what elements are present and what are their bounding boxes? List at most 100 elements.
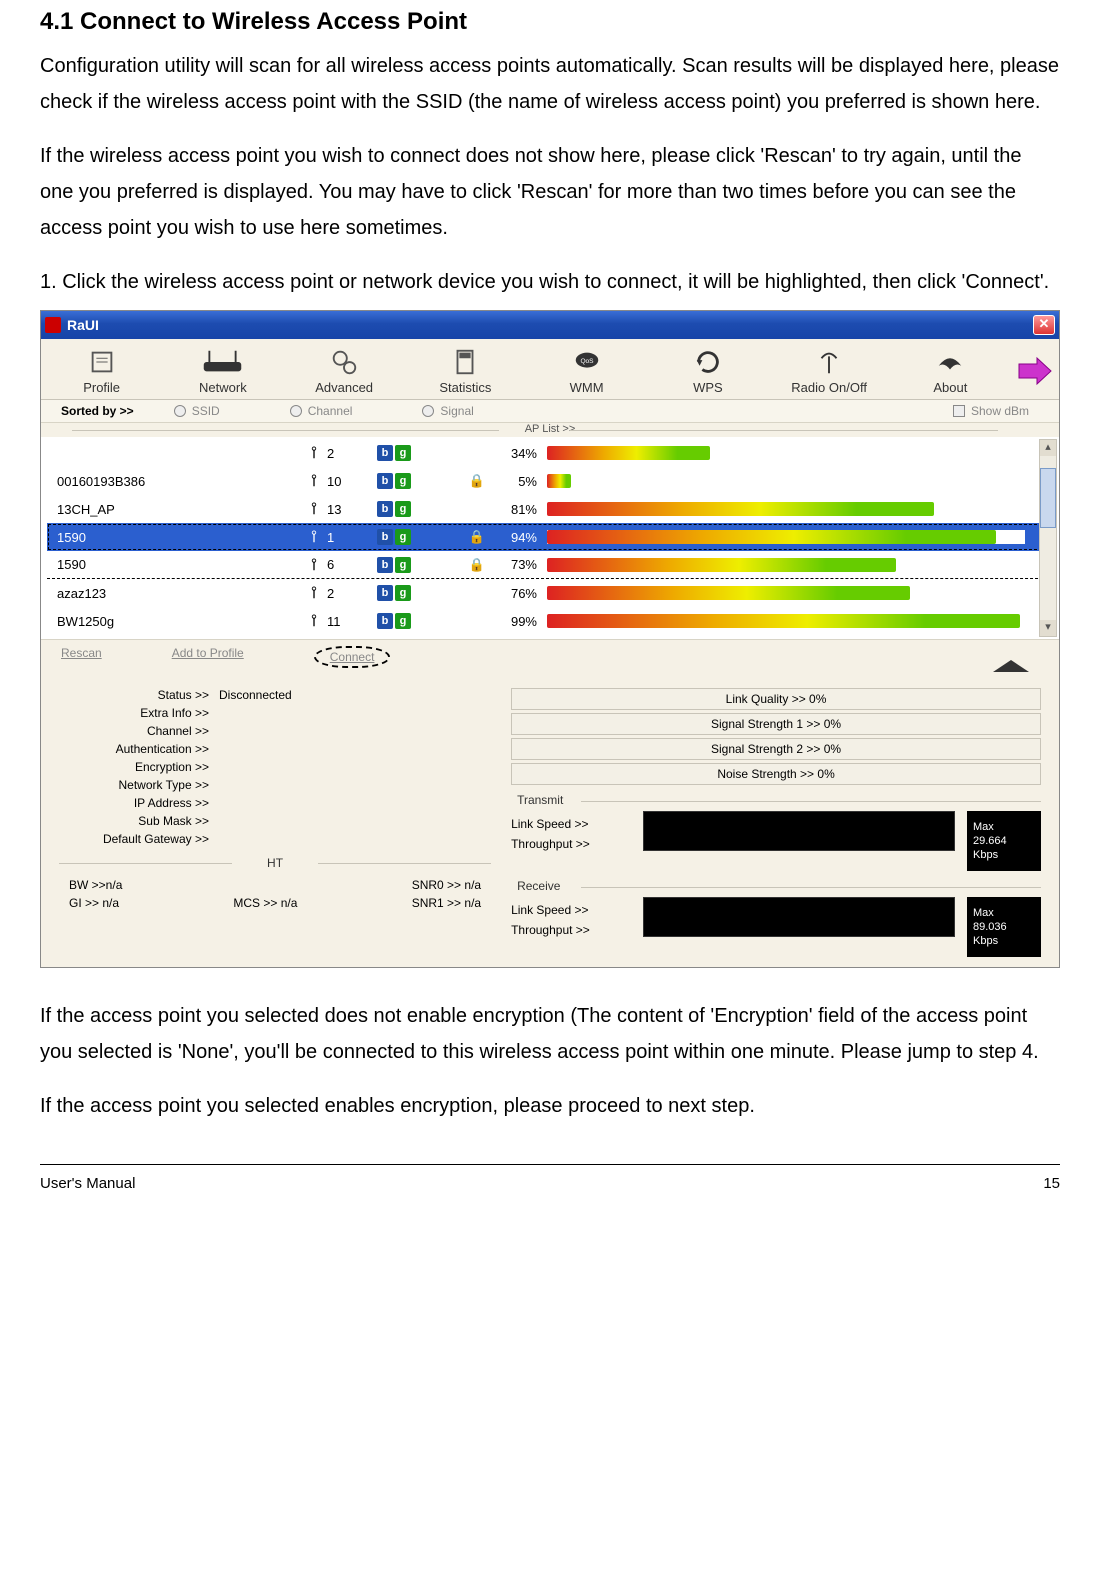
scrollbar[interactable]: ▴ ▾ (1039, 439, 1057, 637)
ap-lock: 🔒 (462, 557, 492, 573)
mode-g-icon: g (395, 501, 411, 517)
window-title: RaUI (67, 317, 99, 333)
ap-channel: 2 (307, 586, 377, 601)
ap-row[interactable]: 13CH_AP13bg81% (47, 495, 1053, 523)
paragraph-2: If the wireless access point you wish to… (40, 138, 1060, 246)
ap-signal-percent: 94% (492, 530, 547, 545)
tab-label: WPS (693, 380, 723, 395)
antenna-icon (307, 530, 321, 544)
auth-label: Authentication >> (59, 742, 209, 756)
sort-ssid[interactable]: SSID (174, 404, 220, 418)
ap-row[interactable]: 15906bg🔒73% (47, 551, 1053, 579)
sorted-by-label: Sorted by >> (61, 404, 134, 418)
rx-linkspeed-label: Link Speed >> (511, 903, 631, 917)
ap-row[interactable]: 2bg34% (47, 439, 1053, 467)
ht-snr0: SNR0 >> n/a (412, 878, 481, 892)
sort-channel[interactable]: Channel (290, 404, 353, 418)
next-arrow[interactable] (1011, 345, 1059, 397)
collapse-toggle[interactable] (993, 660, 1029, 672)
ap-modes: bg (377, 557, 462, 573)
ap-signal-percent: 99% (492, 614, 547, 629)
antenna-icon (814, 347, 844, 377)
mode-b-icon: b (377, 557, 393, 573)
ap-channel: 10 (307, 474, 377, 489)
radio-icon (422, 405, 434, 417)
show-dbm-checkbox[interactable]: Show dBm (953, 404, 1029, 418)
tab-network[interactable]: Network (162, 345, 283, 397)
ap-signal-bar (547, 614, 1053, 628)
ap-signal-percent: 73% (492, 557, 547, 572)
encryption-label: Encryption >> (59, 760, 209, 774)
rescan-link[interactable]: Rescan (61, 646, 102, 668)
step-1: 1. Click the wireless access point or ne… (40, 264, 1060, 300)
mode-g-icon: g (395, 473, 411, 489)
qos-icon: QoS (572, 347, 602, 377)
mode-b-icon: b (377, 613, 393, 629)
tab-advanced[interactable]: Advanced (284, 345, 405, 397)
tab-radio[interactable]: Radio On/Off (769, 345, 890, 397)
mask-label: Sub Mask >> (59, 814, 209, 828)
ap-channel: 13 (307, 502, 377, 517)
ap-signal-percent: 34% (492, 446, 547, 461)
sort-bar: Sorted by >> SSID Channel Signal Show dB… (41, 400, 1059, 423)
ap-ssid: 1590 (57, 530, 307, 545)
ap-signal-bar (547, 446, 1053, 460)
sort-signal[interactable]: Signal (422, 404, 473, 418)
ap-signal-bar (547, 530, 1053, 544)
page-footer: User's Manual 15 (40, 1164, 1060, 1222)
ap-ssid: 13CH_AP (57, 502, 307, 517)
ap-signal-bar (547, 474, 1053, 488)
ht-bw: BW >>n/a (69, 878, 122, 892)
profile-icon (87, 347, 117, 377)
mode-g-icon: g (395, 529, 411, 545)
add-to-profile-link[interactable]: Add to Profile (172, 646, 244, 668)
tab-wmm[interactable]: QoS WMM (526, 345, 647, 397)
ap-list-header: AP List >> (41, 423, 1059, 437)
ap-signal-bar (547, 502, 1053, 516)
ap-row[interactable]: BW1250g11bg99% (47, 607, 1053, 635)
ap-row[interactable]: 00160193B38610bg🔒5% (47, 467, 1053, 495)
app-icon (45, 317, 61, 333)
ap-row[interactable]: 15901bg🔒94% (47, 523, 1053, 551)
about-icon (935, 347, 965, 377)
ap-modes: bg (377, 445, 462, 461)
ht-title: HT (59, 856, 491, 870)
tab-label: Statistics (439, 380, 491, 395)
raui-window: RaUI ✕ Profile Network Advanced Statisti… (40, 310, 1060, 968)
titlebar[interactable]: RaUI ✕ (41, 311, 1059, 339)
ap-ssid: 00160193B386 (57, 474, 307, 489)
lock-icon: 🔒 (469, 557, 485, 572)
svg-text:QoS: QoS (580, 358, 594, 365)
tx-max-box: Max 29.664 Kbps (967, 811, 1041, 871)
tab-profile[interactable]: Profile (41, 345, 162, 397)
transmit-title: Transmit (511, 793, 1041, 807)
rx-graph (643, 897, 955, 937)
noise-meter: Noise Strength >> 0% (511, 763, 1041, 785)
ap-channel: 1 (307, 530, 377, 545)
tx-throughput-label: Throughput >> (511, 837, 631, 851)
ap-modes: bg (377, 613, 462, 629)
ap-modes: bg (377, 473, 462, 489)
tx-graph (643, 811, 955, 851)
radio-icon (174, 405, 186, 417)
ap-channel: 11 (307, 614, 377, 629)
ap-ssid: azaz123 (57, 586, 307, 601)
footer-title: User's Manual (40, 1175, 135, 1192)
gears-icon (329, 347, 359, 377)
connect-link[interactable]: Connect (330, 650, 375, 664)
mode-b-icon: b (377, 529, 393, 545)
close-button[interactable]: ✕ (1033, 315, 1055, 335)
tab-statistics[interactable]: Statistics (405, 345, 526, 397)
tab-wps[interactable]: WPS (647, 345, 768, 397)
ap-row[interactable]: azaz1232bg76% (47, 579, 1053, 607)
section-title: 4.1 Connect to Wireless Access Point (40, 8, 1060, 36)
status-area: Status >>Disconnected Extra Info >> Chan… (41, 674, 1059, 967)
scroll-thumb[interactable] (1040, 468, 1056, 528)
mode-g-icon: g (395, 613, 411, 629)
signal-1-meter: Signal Strength 1 >> 0% (511, 713, 1041, 735)
scroll-up-button[interactable]: ▴ (1040, 440, 1056, 456)
antenna-icon (307, 474, 321, 488)
scroll-down-button[interactable]: ▾ (1040, 620, 1056, 636)
main-toolbar: Profile Network Advanced Statistics QoS … (41, 339, 1059, 400)
tab-about[interactable]: About (890, 345, 1011, 397)
